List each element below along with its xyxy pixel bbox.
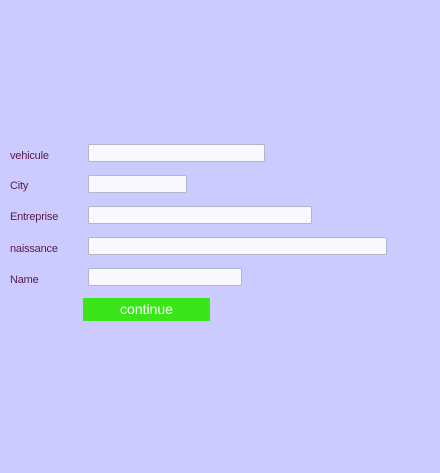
naissance-label: naissance: [10, 243, 58, 255]
continue-button[interactable]: continue: [83, 298, 210, 321]
name-input[interactable]: [88, 268, 242, 286]
city-input[interactable]: [88, 175, 187, 193]
vehicule-label: vehicule: [10, 150, 49, 162]
vehicule-input[interactable]: [88, 144, 265, 162]
city-label: City: [10, 180, 29, 192]
naissance-input[interactable]: [88, 237, 387, 255]
entreprise-label: Entreprise: [10, 211, 59, 223]
name-label: Name: [10, 274, 39, 286]
entreprise-input[interactable]: [88, 206, 312, 224]
